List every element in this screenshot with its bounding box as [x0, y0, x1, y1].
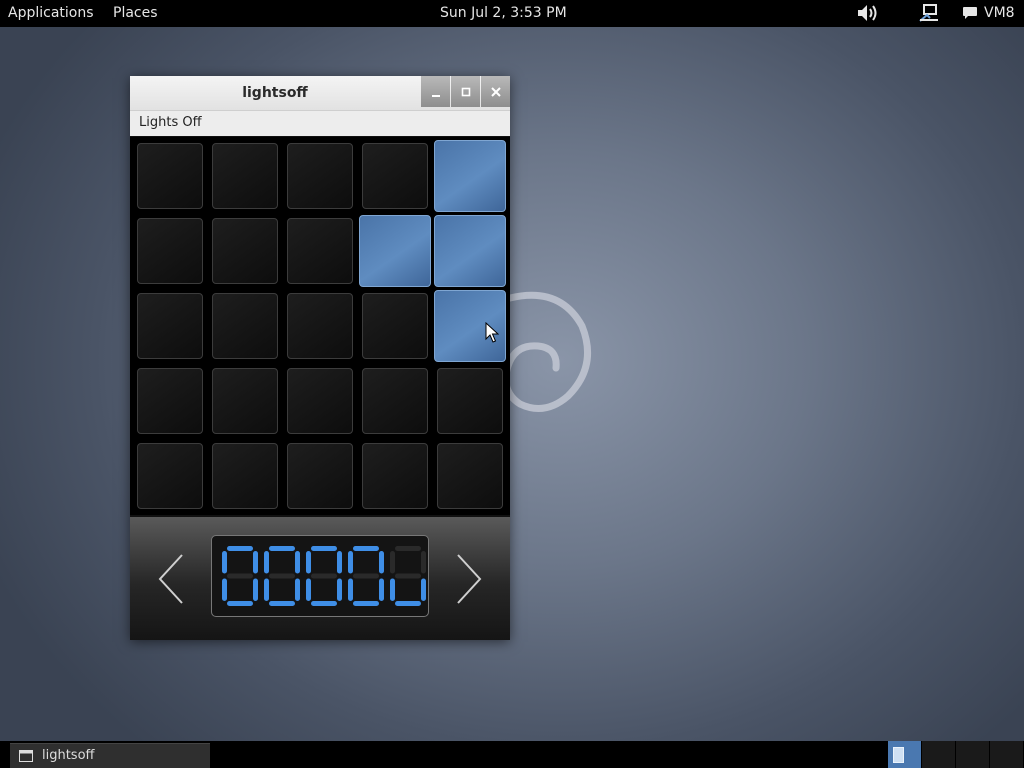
- light-1-1[interactable]: [212, 218, 278, 284]
- light-0-4[interactable]: [434, 140, 506, 212]
- light-0-1[interactable]: [212, 143, 278, 209]
- workspace-switcher: [888, 741, 1024, 768]
- light-2-3[interactable]: [362, 293, 428, 359]
- light-1-0[interactable]: [137, 218, 203, 284]
- lcd-digit-2-segment-b: [337, 551, 342, 574]
- close-icon: [490, 86, 501, 97]
- lcd-digit-0-segment-b: [253, 551, 258, 574]
- lcd-digit-4-segment-f: [390, 551, 395, 574]
- light-4-4[interactable]: [437, 443, 503, 509]
- lcd-digit-0-segment-a: [227, 546, 253, 551]
- light-2-1[interactable]: [212, 293, 278, 359]
- lcd-digit-0-segment-c: [253, 578, 258, 601]
- maximize-icon: [461, 87, 470, 96]
- lcd-digit-0-segment-e: [222, 578, 227, 601]
- lcd-digit-2-segment-e: [306, 578, 311, 601]
- user-menu[interactable]: VM8: [984, 5, 1015, 21]
- workspace-3[interactable]: [956, 741, 989, 768]
- light-3-2[interactable]: [287, 368, 353, 434]
- applications-menu[interactable]: Applications: [8, 5, 94, 21]
- lcd-digit-0-segment-f: [222, 551, 227, 574]
- lcd-digit-3-segment-e: [348, 578, 353, 601]
- lcd-digit-4-segment-g: [395, 573, 421, 579]
- lcd-digit-4-segment-b: [421, 551, 426, 574]
- light-0-0[interactable]: [137, 143, 203, 209]
- lcd-digit-2-segment-g: [311, 573, 337, 579]
- lcd-digit-4-segment-e: [390, 578, 395, 601]
- lcd-digit-3-segment-g: [353, 573, 379, 579]
- lcd-digit-3-segment-c: [379, 578, 384, 601]
- places-menu[interactable]: Places: [113, 5, 158, 21]
- next-level-button[interactable]: [454, 553, 484, 605]
- chat-icon[interactable]: [962, 6, 978, 20]
- lcd-digit-2-segment-f: [306, 551, 311, 574]
- menu-bar: Lights Off: [130, 111, 510, 136]
- lcd-digit-1-segment-c: [295, 578, 300, 601]
- title-bar[interactable]: lightsoff: [130, 76, 510, 111]
- bottom-taskbar: lightsoff: [0, 741, 1024, 768]
- lcd-digit-4-segment-a: [395, 546, 421, 551]
- lcd-digit-4-segment-c: [421, 578, 426, 601]
- lightsoff-window: lightsoff Lights Off: [130, 76, 510, 640]
- lcd-digit-3-segment-d: [353, 601, 379, 606]
- top-panel: Applications Places Sun Jul 2, 3:53 PM V…: [0, 0, 1024, 27]
- light-0-3[interactable]: [362, 143, 428, 209]
- lcd-digit-1-segment-e: [264, 578, 269, 601]
- lcd-digit-1-segment-a: [269, 546, 295, 551]
- lcd-digit-0-segment-g: [227, 573, 253, 579]
- light-2-2[interactable]: [287, 293, 353, 359]
- minimize-icon: [431, 94, 440, 97]
- window-icon: [19, 750, 33, 762]
- volume-icon[interactable]: [856, 3, 880, 23]
- lcd-digit-2-segment-a: [311, 546, 337, 551]
- light-1-2[interactable]: [287, 218, 353, 284]
- light-4-3[interactable]: [362, 443, 428, 509]
- menu-lights-off[interactable]: Lights Off: [139, 115, 202, 130]
- workspace-4[interactable]: [990, 741, 1023, 768]
- taskbar-item-label: lightsoff: [42, 748, 95, 763]
- level-bar: [130, 517, 510, 640]
- lcd-digit-1-segment-f: [264, 551, 269, 574]
- light-4-1[interactable]: [212, 443, 278, 509]
- chevron-left-icon: [158, 554, 183, 604]
- maximize-button[interactable]: [451, 76, 480, 107]
- light-3-3[interactable]: [362, 368, 428, 434]
- clock[interactable]: Sun Jul 2, 3:53 PM: [440, 5, 567, 21]
- light-2-0[interactable]: [137, 293, 203, 359]
- light-0-2[interactable]: [287, 143, 353, 209]
- lcd-digit-1-segment-b: [295, 551, 300, 574]
- mouse-pointer-icon: [485, 322, 499, 343]
- previous-level-button[interactable]: [156, 553, 186, 605]
- light-3-1[interactable]: [212, 368, 278, 434]
- lcd-digit-0-segment-d: [227, 601, 253, 606]
- lcd-digit-1-segment-g: [269, 573, 295, 579]
- light-3-4[interactable]: [437, 368, 503, 434]
- lcd-digit-3-segment-a: [353, 546, 379, 551]
- chevron-right-icon: [457, 554, 482, 604]
- workspace-1[interactable]: [888, 741, 921, 768]
- workspace-2[interactable]: [922, 741, 955, 768]
- lcd-digit-2-segment-d: [311, 601, 337, 606]
- light-4-2[interactable]: [287, 443, 353, 509]
- minimize-button[interactable]: [421, 76, 450, 107]
- lcd-digit-3-segment-b: [379, 551, 384, 574]
- light-1-3[interactable]: [359, 215, 431, 287]
- lcd-digit-3-segment-f: [348, 551, 353, 574]
- light-1-4[interactable]: [434, 215, 506, 287]
- lcd-digit-1-segment-d: [269, 601, 295, 606]
- window-controls: [420, 76, 510, 107]
- light-3-0[interactable]: [137, 368, 203, 434]
- window-title: lightsoff: [242, 85, 308, 101]
- game-board: [130, 137, 510, 515]
- network-icon[interactable]: [918, 3, 940, 23]
- lcd-digit-2-segment-c: [337, 578, 342, 601]
- level-display: [211, 535, 429, 617]
- close-button[interactable]: [481, 76, 510, 107]
- light-4-0[interactable]: [137, 443, 203, 509]
- taskbar-item-lightsoff[interactable]: lightsoff: [10, 743, 210, 768]
- lcd-digit-4-segment-d: [395, 601, 421, 606]
